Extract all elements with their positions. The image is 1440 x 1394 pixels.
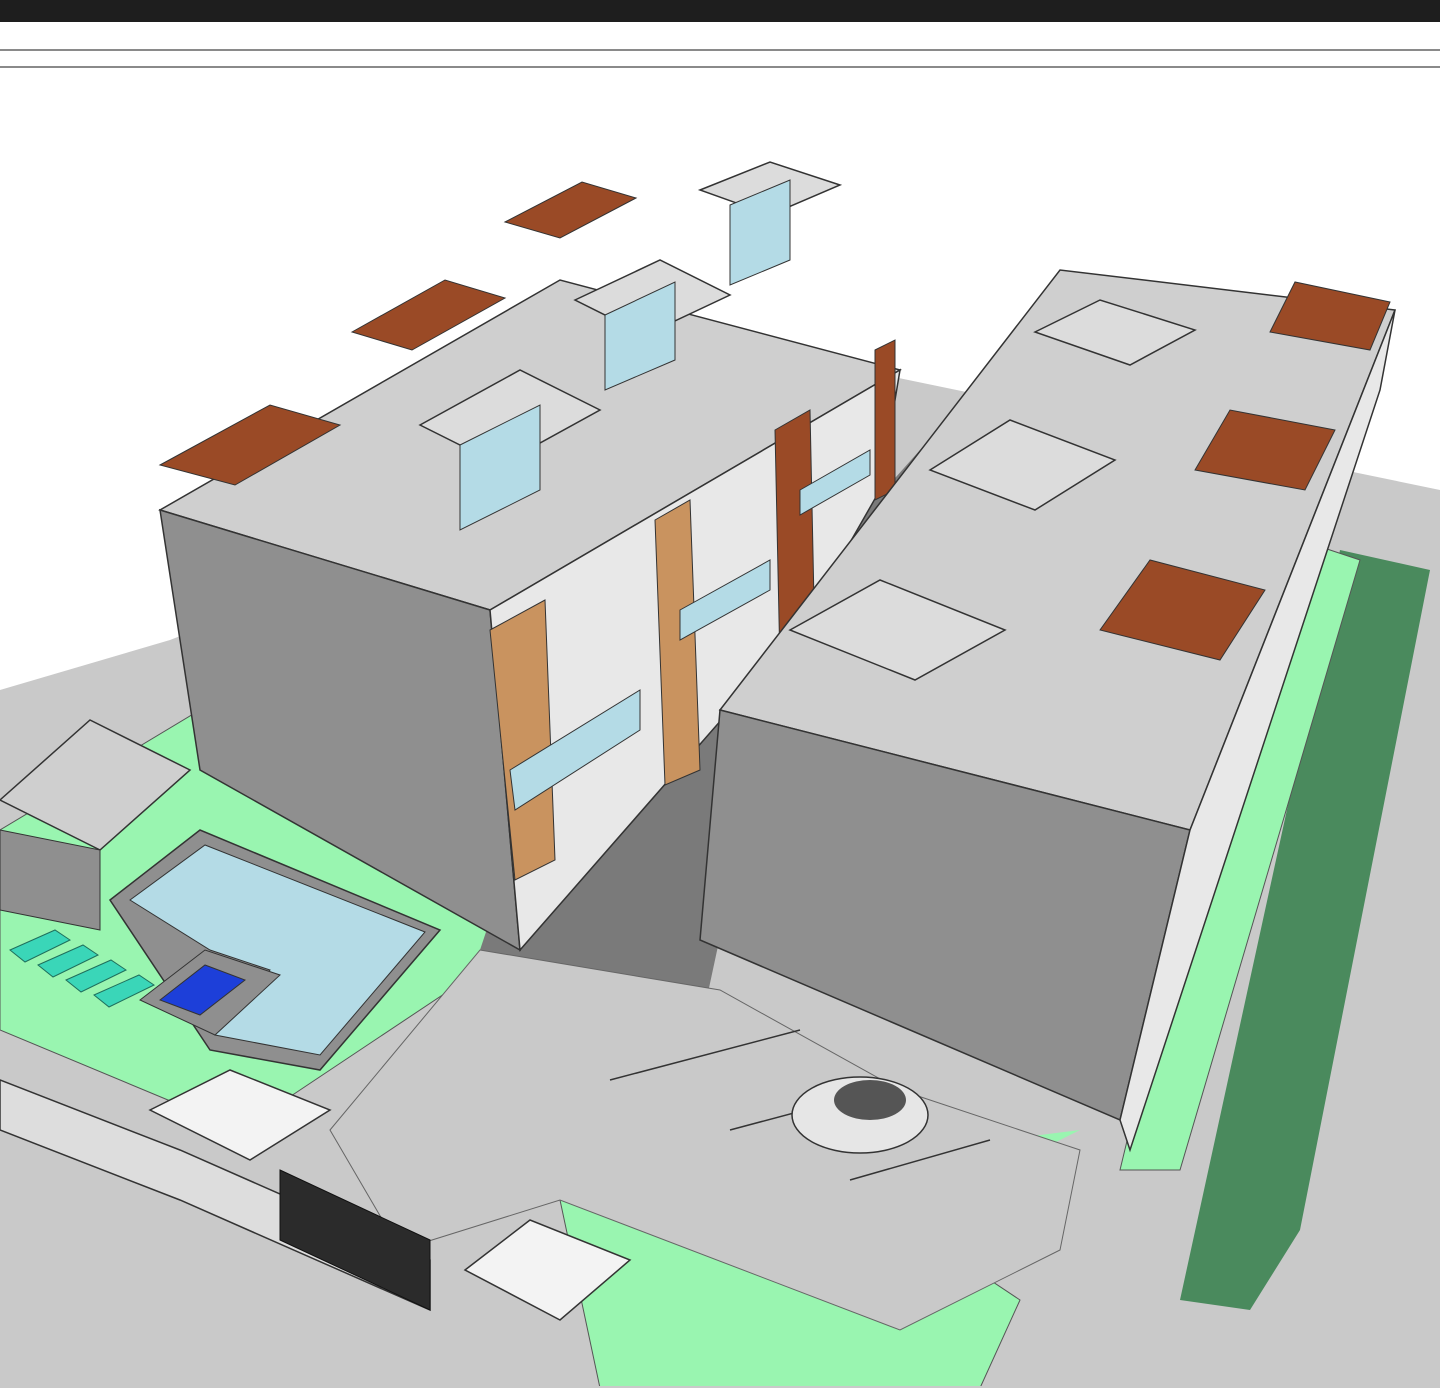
- site-model-drawing: [0, 161, 1440, 1388]
- parked-car: [791, 1076, 929, 1154]
- pergola: [503, 181, 638, 239]
- building-a-cladding: [874, 339, 896, 501]
- toolbar-divider: [0, 49, 1440, 51]
- window-title-bar: [0, 0, 1440, 22]
- toolbar-divider: [0, 66, 1440, 68]
- 3d-model-viewport[interactable]: [0, 70, 1440, 1388]
- viewport-bottom-border: [0, 1386, 1440, 1388]
